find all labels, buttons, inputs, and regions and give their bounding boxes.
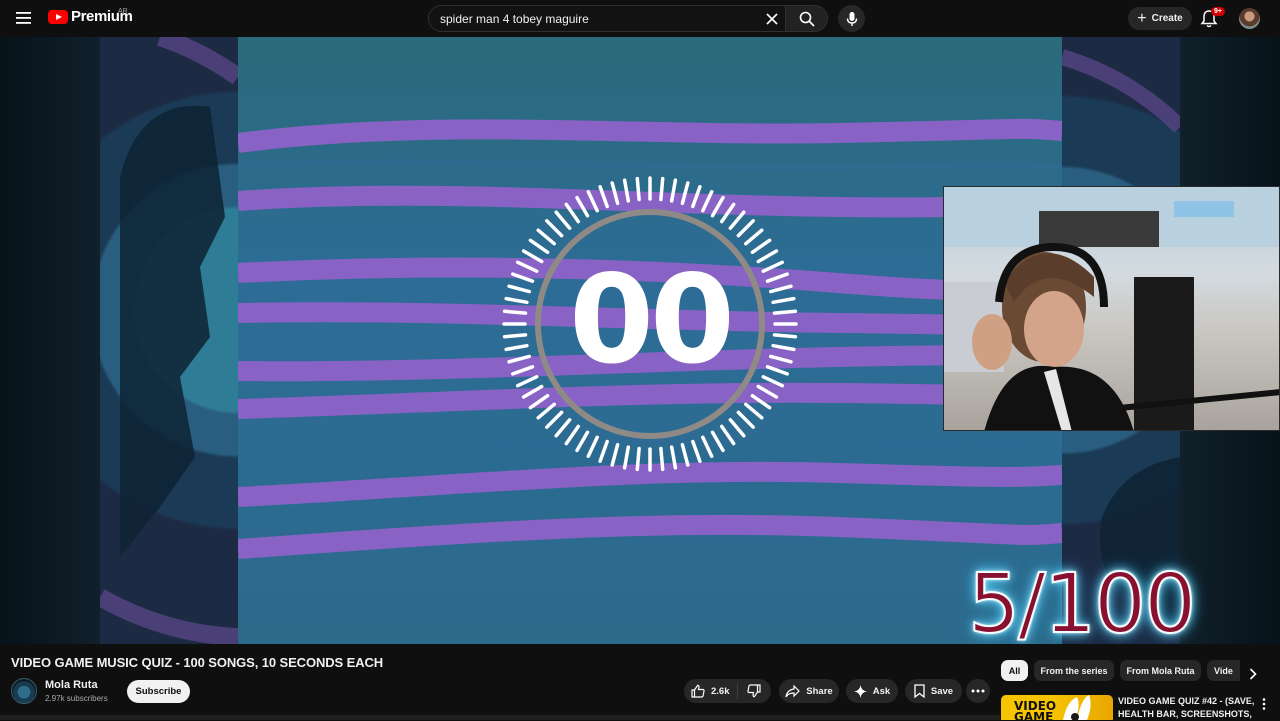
- chip-videos[interactable]: Vide: [1207, 660, 1240, 681]
- thumbs-down-icon: [747, 684, 761, 698]
- timer-tick: [610, 442, 620, 467]
- countdown-timer: 00: [569, 249, 735, 391]
- timer-tick: [680, 442, 690, 467]
- search-icon: [799, 11, 815, 27]
- chevron-right-icon[interactable]: [1243, 664, 1263, 684]
- clear-search-icon[interactable]: [763, 10, 781, 28]
- ask-button[interactable]: Ask: [846, 679, 898, 703]
- save-button[interactable]: Save: [905, 679, 962, 703]
- timer-tick: [635, 446, 641, 472]
- chip-from-the-series[interactable]: From the series: [1034, 660, 1114, 681]
- subscriber-count: 2.97k subscribers: [45, 694, 108, 703]
- search-box: [428, 5, 786, 32]
- timer-tick: [736, 410, 755, 429]
- create-button[interactable]: + Create: [1128, 7, 1192, 30]
- recommendation-thumbnail[interactable]: VIDEO GAME: [1001, 695, 1113, 720]
- timer-tick: [554, 418, 572, 438]
- quiz-countdown-scene: 00: [238, 37, 1062, 644]
- timer-tick: [545, 219, 564, 238]
- video-title: VIDEO GAME MUSIC QUIZ - 100 SONGS, 10 SE…: [11, 655, 384, 670]
- like-dislike-group: 2.6k: [684, 679, 771, 703]
- timer-tick: [744, 402, 764, 420]
- related-filter-chips: All From the series From Mola Ruta Vide: [1000, 660, 1240, 682]
- dislike-button[interactable]: [738, 684, 770, 698]
- timer-tick: [635, 176, 641, 202]
- recommendation-title[interactable]: VIDEO GAME QUIZ #42 - (SAVE, HEALTH BAR,…: [1118, 695, 1258, 721]
- quiz-score: 5/100: [967, 556, 1197, 644]
- share-button[interactable]: Share: [779, 679, 839, 703]
- more-vertical-icon[interactable]: [1258, 696, 1270, 712]
- voice-search-button[interactable]: [838, 5, 865, 32]
- ask-label: Ask: [872, 685, 891, 697]
- more-actions-button[interactable]: [966, 679, 990, 703]
- like-button[interactable]: 2.6k: [684, 683, 738, 699]
- thumbs-up-icon: [691, 684, 705, 698]
- share-label: Share: [806, 685, 833, 697]
- timer-tick: [554, 210, 572, 230]
- description-box-edge: [0, 715, 1000, 720]
- timer-tick: [728, 418, 746, 438]
- video-player[interactable]: 00 5/100: [0, 37, 1280, 644]
- video-left-edge: [0, 37, 100, 644]
- timer-tick: [536, 228, 556, 246]
- video-details: VIDEO GAME MUSIC QUIZ - 100 SONGS, 10 SE…: [0, 644, 1280, 720]
- create-label: Create: [1151, 13, 1183, 24]
- timer-tick: [736, 219, 755, 238]
- channel-avatar[interactable]: [11, 678, 37, 704]
- subscribe-button[interactable]: Subscribe: [127, 680, 190, 703]
- plus-icon: +: [1137, 9, 1147, 27]
- account-avatar[interactable]: [1239, 8, 1260, 29]
- timer-tick: [622, 445, 631, 470]
- country-code: AR: [118, 8, 128, 15]
- timer-tick: [744, 228, 764, 246]
- timer-tick: [659, 446, 665, 472]
- more-horizontal-icon: [971, 689, 985, 693]
- timer-tick: [659, 176, 665, 202]
- notifications-button[interactable]: 9+: [1200, 7, 1225, 30]
- sparkle-icon: [853, 684, 867, 698]
- menu-icon[interactable]: [10, 4, 38, 32]
- timer-tick: [691, 439, 702, 463]
- streamer-webcam-overlay: [943, 186, 1280, 431]
- search-input[interactable]: [429, 11, 749, 26]
- chip-from-mola-ruta[interactable]: From Mola Ruta: [1120, 660, 1201, 681]
- channel-name[interactable]: Mola Ruta: [45, 679, 98, 691]
- notification-badge: 9+: [1211, 7, 1225, 16]
- microphone-icon: [846, 11, 857, 26]
- video-left-artwork: [95, 37, 244, 644]
- like-count: 2.6k: [711, 685, 730, 697]
- search-button[interactable]: [786, 5, 828, 32]
- share-icon: [785, 684, 801, 697]
- chip-all[interactable]: All: [1001, 660, 1028, 681]
- timer-tick: [545, 410, 564, 429]
- save-label: Save: [930, 685, 954, 697]
- bookmark-icon: [914, 684, 925, 698]
- youtube-play-icon: [48, 9, 68, 24]
- top-bar: Premium AR + Create 9+: [0, 0, 1280, 37]
